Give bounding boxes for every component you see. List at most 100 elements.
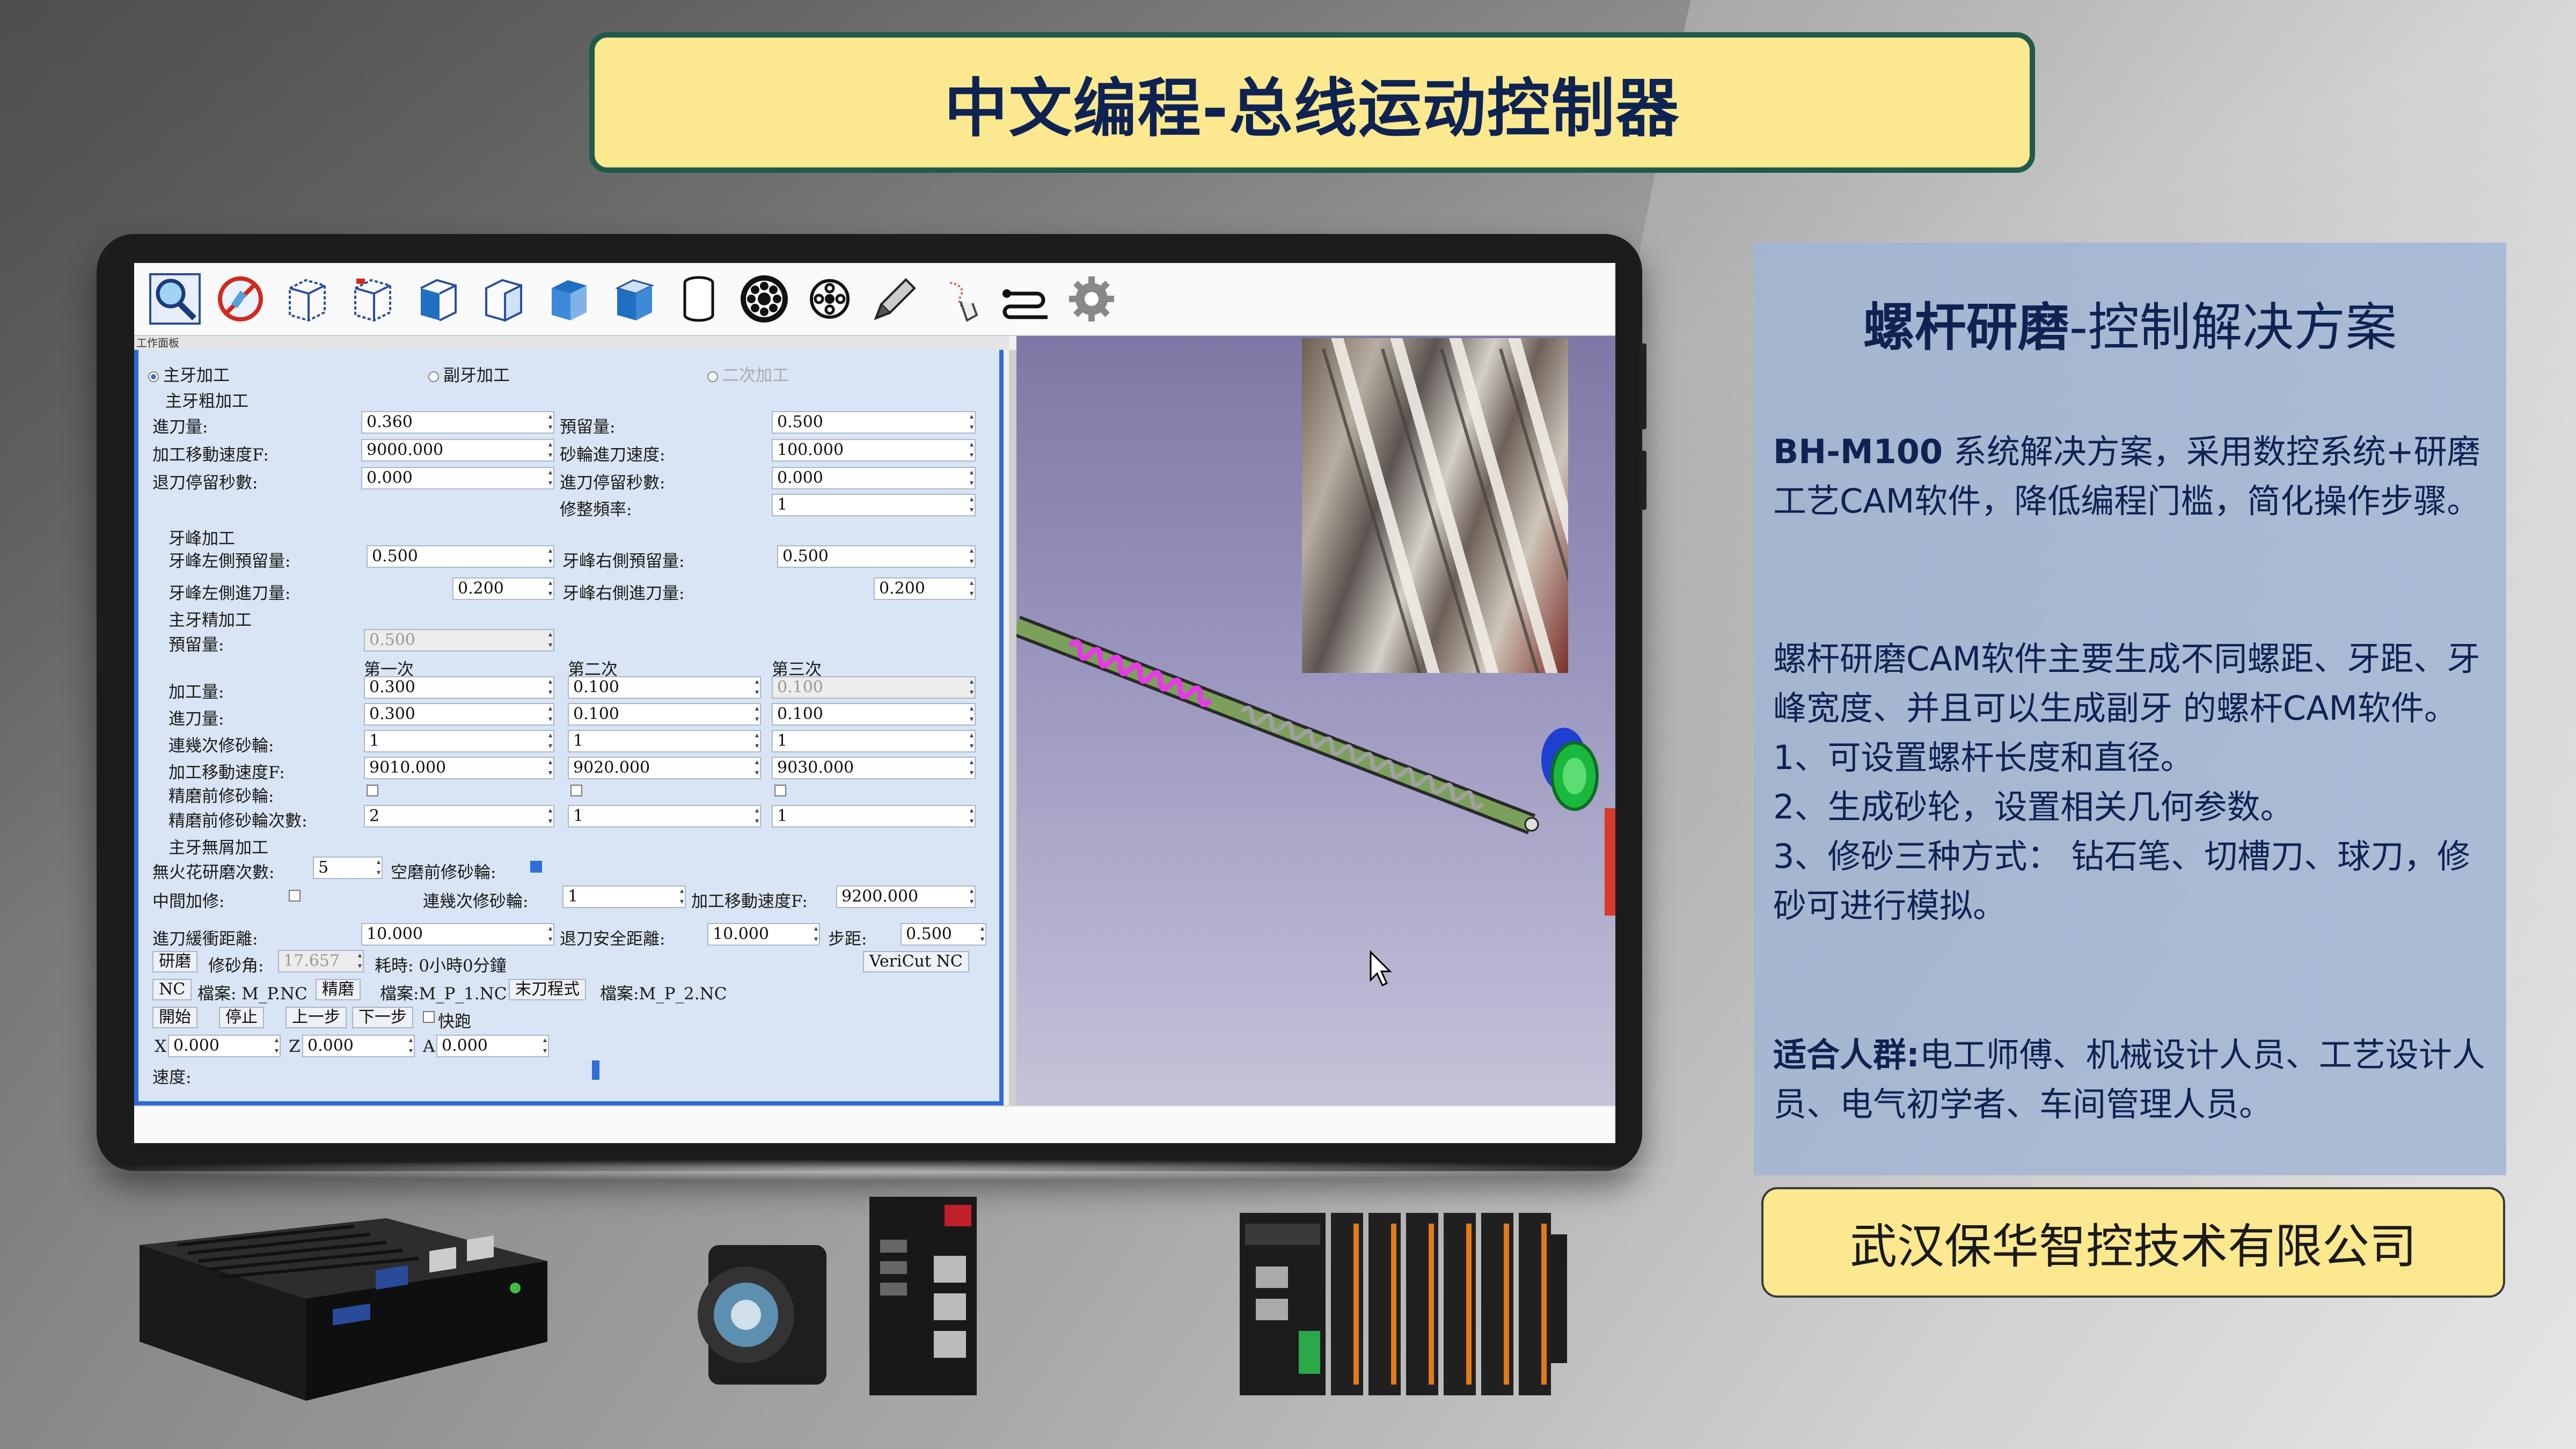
- finish-row-label: 連幾次修砂輪:: [169, 736, 274, 756]
- grind-button[interactable]: 研磨: [152, 951, 197, 972]
- view-bottom-icon[interactable]: [603, 269, 663, 329]
- retract-dwell-label: 退刀停留秒數:: [152, 473, 258, 493]
- info-title-rest: -控制解决方案: [2069, 297, 2397, 357]
- x-coordinate-input[interactable]: 0.000: [168, 1035, 281, 1057]
- finish-nc-button[interactable]: 精磨: [316, 979, 361, 1000]
- fast-run-label: 快跑: [438, 1012, 471, 1031]
- path-icon[interactable]: [996, 269, 1056, 329]
- file-last: 檔案:M_P_2.NC: [600, 984, 727, 1004]
- fast-run-checkbox[interactable]: [423, 1011, 435, 1023]
- no-pan-icon[interactable]: [210, 269, 270, 329]
- prev-step-button[interactable]: 上一步: [286, 1007, 347, 1028]
- gesture-icon[interactable]: [931, 269, 991, 329]
- spark-consecutive-label: 連幾次修砂輪:: [423, 892, 529, 911]
- pre-dress-checkbox[interactable]: [774, 785, 786, 796]
- file-main: 檔案: M_P.NC: [197, 984, 308, 1004]
- advance-dwell-input[interactable]: 0.000: [772, 467, 976, 489]
- feature-item: 2、生成砂轮，设置相关几何参数。: [1773, 787, 2294, 826]
- screw-photo: [1302, 338, 1568, 673]
- info-panel: 螺杆研磨-控制解决方案 BH-M100 系统解决方案，采用数控系统+研磨工艺CA…: [1754, 243, 2506, 1175]
- pre-grind-dress-checkbox[interactable]: [530, 861, 542, 873]
- rough-stock-input[interactable]: 0.500: [772, 411, 976, 434]
- mid-dress-checkbox[interactable]: [289, 890, 301, 902]
- finish-input[interactable]: 0.100: [568, 676, 761, 699]
- finish-input[interactable]: 0.100: [772, 703, 976, 726]
- finish-input[interactable]: 1: [364, 730, 554, 752]
- z-coordinate-input[interactable]: 0.000: [302, 1035, 415, 1057]
- view-top-icon[interactable]: [538, 269, 598, 329]
- gear-icon[interactable]: [1062, 269, 1122, 329]
- spark-consecutive-input[interactable]: 1: [562, 885, 686, 908]
- view-left-icon[interactable]: [407, 269, 467, 329]
- file-finish: 檔案:M_P_1.NC: [380, 984, 507, 1004]
- next-step-button[interactable]: 下一步: [352, 1007, 413, 1028]
- finish-input[interactable]: 1: [568, 730, 761, 752]
- speed-slider-thumb[interactable]: [592, 1060, 599, 1080]
- wheel-icon[interactable]: [734, 269, 794, 329]
- rough-speed-input[interactable]: 9000.000: [361, 439, 554, 462]
- mini-pc-image: [140, 1218, 547, 1401]
- section-rough: 主牙粗加工: [165, 392, 248, 411]
- crest-right-stock-input[interactable]: 0.500: [777, 545, 976, 568]
- section-finish: 主牙精加工: [169, 611, 252, 630]
- pre-dress-checkbox[interactable]: [367, 785, 378, 796]
- pre-dress-count-label: 精磨前修砂輪次數:: [169, 811, 308, 831]
- finish-row-label: 加工移動速度F:: [169, 763, 285, 782]
- finish-input[interactable]: 0.100: [772, 676, 976, 699]
- spark-speed-input[interactable]: 9200.000: [836, 885, 976, 908]
- rough-feed-input[interactable]: 0.360: [361, 411, 554, 434]
- dress-freq-input[interactable]: 1: [772, 494, 976, 516]
- finish-input[interactable]: 0.100: [568, 703, 761, 726]
- a-coordinate-input[interactable]: 0.000: [436, 1035, 549, 1057]
- cylinder-icon[interactable]: [669, 269, 729, 329]
- finish-input[interactable]: 9030.000: [772, 757, 976, 779]
- grinding-wheel-icon[interactable]: [800, 269, 860, 329]
- pre-dress-count-input[interactable]: 2: [364, 805, 554, 828]
- finish-input[interactable]: 9010.000: [364, 757, 554, 779]
- panel-splitter[interactable]: [1009, 350, 1016, 1106]
- info-title: 螺杆研磨-控制解决方案: [1754, 286, 2506, 360]
- radio-secondary-label: 副牙加工: [443, 366, 510, 385]
- pre-dress-count-input[interactable]: 1: [568, 805, 761, 828]
- advance-dwell-label: 進刀停留秒數:: [560, 473, 665, 493]
- spark-count-input[interactable]: 5: [313, 857, 383, 879]
- feature-item: 3、修砂三种方式： 钻石笔、切槽刀、球刀，修砂可进行模拟。: [1773, 837, 2471, 925]
- nc-button[interactable]: NC: [152, 979, 192, 1000]
- panel-header: 工作面板: [134, 336, 1009, 350]
- zoom-icon[interactable]: [145, 269, 205, 329]
- safe-distance-input[interactable]: 10.000: [707, 923, 820, 946]
- crest-left-feed-input[interactable]: 0.200: [452, 577, 554, 600]
- rough-speed-label: 加工移動速度F:: [152, 445, 269, 465]
- stop-button[interactable]: 停止: [219, 1007, 264, 1028]
- finish-input[interactable]: 1: [772, 730, 976, 752]
- crest-left-stock-input[interactable]: 0.500: [367, 545, 554, 568]
- vericut-button[interactable]: VeriCut NC: [863, 951, 969, 972]
- crest-left-feed-label: 牙峰左側進刀量:: [169, 584, 291, 603]
- finish-input[interactable]: 0.300: [364, 703, 554, 726]
- radio-second-pass[interactable]: 二次加工: [707, 362, 789, 386]
- finish-input[interactable]: 0.300: [364, 676, 554, 699]
- buffer-input[interactable]: 10.000: [361, 923, 554, 946]
- radio-second-pass-label: 二次加工: [722, 366, 789, 385]
- pre-dress-checkbox[interactable]: [570, 785, 582, 796]
- dress-angle-input[interactable]: 17.657: [278, 950, 364, 972]
- diamond-pen-icon[interactable]: [865, 269, 925, 329]
- safe-distance-label: 退刀安全距離:: [560, 930, 665, 949]
- last-cut-button[interactable]: 末刀程式: [509, 979, 586, 1000]
- crest-right-stock-label: 牙峰右側預留量:: [562, 552, 685, 571]
- crest-right-feed-input[interactable]: 0.200: [874, 577, 976, 600]
- finish-input[interactable]: 9020.000: [568, 757, 761, 779]
- wheel-feed-input[interactable]: 100.000: [772, 439, 976, 462]
- retract-dwell-input[interactable]: 0.000: [361, 467, 554, 489]
- radio-secondary[interactable]: 副牙加工: [428, 362, 510, 386]
- view-iso-icon[interactable]: [276, 269, 336, 329]
- view-front-icon[interactable]: [341, 269, 401, 329]
- buffer-label: 進刀緩衝距離:: [152, 930, 258, 949]
- pre-dress-count-input[interactable]: 1: [772, 805, 976, 828]
- start-button[interactable]: 開始: [152, 1007, 197, 1028]
- work-panel: 主牙加工 副牙加工 二次加工 主牙粗加工 進刀量: 0.360 預留量: 0.5…: [134, 350, 1004, 1106]
- radio-main[interactable]: 主牙加工: [148, 362, 230, 386]
- finish-stock-input[interactable]: 0.500: [364, 629, 554, 652]
- view-right-icon[interactable]: [472, 269, 532, 329]
- step-input[interactable]: 0.500: [901, 923, 986, 946]
